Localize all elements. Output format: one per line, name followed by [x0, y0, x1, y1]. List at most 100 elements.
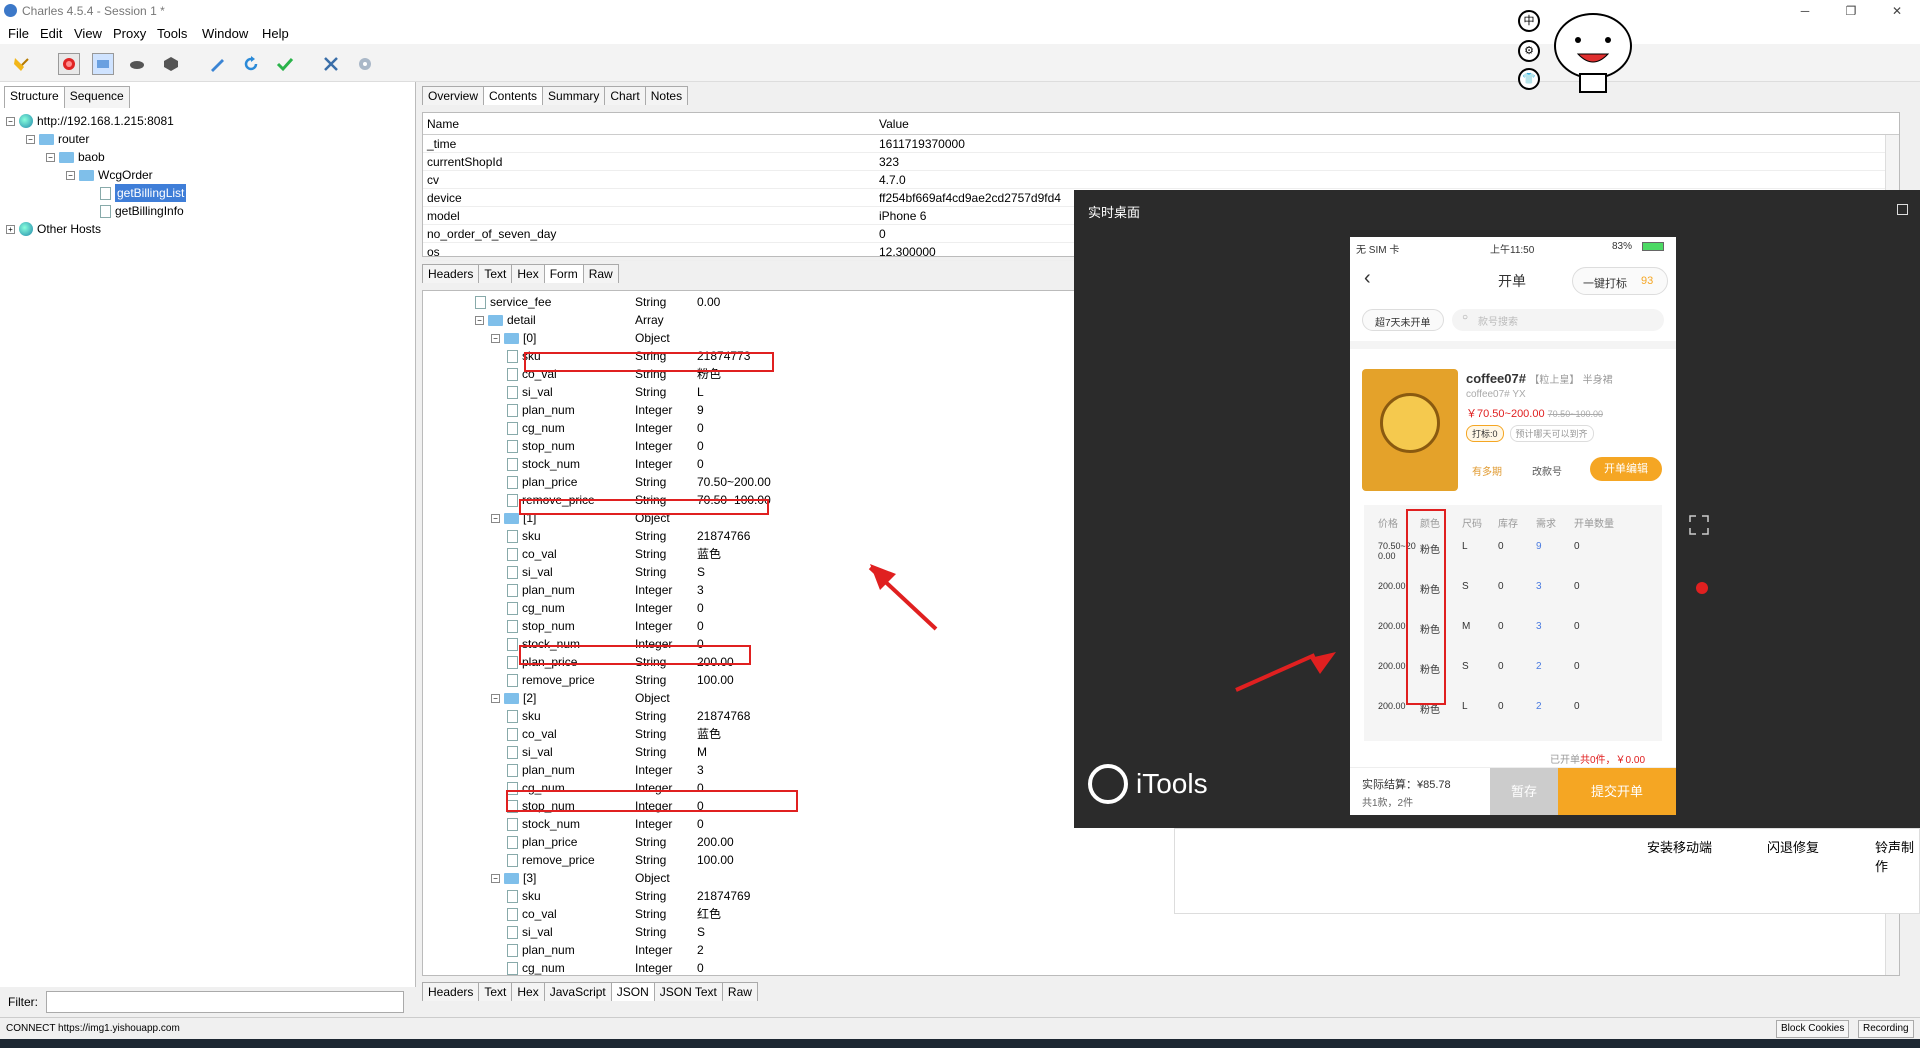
json-key-label: service_fee	[490, 295, 552, 309]
tree-node-router[interactable]: − router	[26, 130, 89, 148]
grid-cell-qty[interactable]: 0	[1574, 661, 1580, 672]
one-key-mark-button[interactable]: 一键打标 93	[1572, 267, 1668, 295]
resp-tab-json[interactable]: JSON	[610, 982, 655, 1001]
check-icon[interactable]	[274, 53, 296, 75]
tab-overview[interactable]: Overview	[422, 86, 485, 105]
link-crash-fix[interactable]: 闪退修复	[1767, 837, 1819, 856]
resp-tab-text[interactable]: Text	[478, 982, 513, 1001]
pen-icon[interactable]	[206, 53, 228, 75]
folder-icon	[504, 872, 519, 884]
resp-tab-raw[interactable]: Raw	[721, 982, 758, 1001]
json-row[interactable]: plan_num Integer 2	[423, 941, 1899, 959]
fullscreen-icon[interactable]	[1688, 514, 1710, 536]
tree-node-wcgorder[interactable]: − WcgOrder	[66, 166, 153, 184]
menu-tools[interactable]: Tools	[157, 26, 187, 41]
resp-tab-headers[interactable]: Headers	[422, 982, 480, 1001]
record-icon[interactable]	[58, 53, 80, 75]
json-type: String	[635, 529, 667, 543]
column-header-name[interactable]: Name	[427, 117, 459, 131]
resp-tab-hex[interactable]: Hex	[511, 982, 545, 1001]
submit-order-button[interactable]: 提交开单	[1558, 768, 1676, 815]
tools-icon[interactable]	[320, 53, 342, 75]
broom-icon[interactable]	[10, 53, 32, 75]
product-thumbnail[interactable]	[1362, 369, 1458, 491]
maximize-icon[interactable]	[1897, 204, 1908, 215]
resp-tab-json-text[interactable]: JSON Text	[653, 982, 723, 1001]
grid-cell-qty[interactable]: 0	[1574, 621, 1580, 632]
menu-help[interactable]: Help	[262, 26, 289, 41]
json-value: 21874766	[697, 529, 751, 543]
subtab-form[interactable]: Form	[543, 264, 584, 283]
tree-node-getbillinglist[interactable]: getBillingList	[100, 184, 187, 202]
grid-cell-qty[interactable]: 0	[1574, 701, 1580, 712]
grid-cell-need: 2	[1536, 701, 1542, 712]
subtab-text[interactable]: Text	[478, 264, 513, 283]
column-header-value[interactable]: Value	[879, 117, 909, 131]
mark-badge[interactable]: 打标:0	[1466, 425, 1504, 442]
block-cookies-button[interactable]: Block Cookies	[1776, 1020, 1850, 1038]
json-value: 3	[697, 583, 704, 597]
tree-node-baob[interactable]: − baob	[46, 148, 105, 166]
json-row[interactable]: cg_num Integer 0	[423, 959, 1899, 975]
filter-input[interactable]	[46, 991, 404, 1013]
collapse-icon[interactable]: −	[491, 333, 500, 343]
breakpoint-icon[interactable]	[160, 53, 182, 75]
gear-icon[interactable]	[354, 53, 376, 75]
subtab-hex[interactable]: Hex	[511, 264, 545, 283]
collapse-icon[interactable]: −	[475, 315, 484, 325]
json-row[interactable]: si_val String S	[423, 923, 1899, 941]
tab-structure[interactable]: Structure	[4, 86, 65, 108]
table-row[interactable]: currentShopId 323	[423, 153, 1899, 171]
tree-node-other-hosts[interactable]: + Other Hosts	[6, 220, 101, 238]
json-key: si_val	[507, 743, 553, 761]
throttle-icon[interactable]	[92, 53, 114, 75]
arrival-tip[interactable]: 预计哪天可以到齐	[1509, 425, 1594, 442]
tab-notes[interactable]: Notes	[644, 86, 689, 105]
tab-contents[interactable]: Contents	[483, 86, 544, 105]
sku-search-input[interactable]: 款号搜索 ○	[1452, 309, 1664, 331]
tab-summary[interactable]: Summary	[542, 86, 606, 105]
json-key: − [2]	[491, 689, 536, 707]
json-key: si_val	[507, 563, 553, 581]
recording-button[interactable]: Recording	[1858, 1020, 1914, 1038]
grid-cell-need: 9	[1536, 541, 1542, 552]
turtle-icon[interactable]	[126, 53, 148, 75]
filter-chip[interactable]: 超7天未开单	[1362, 309, 1444, 331]
save-draft-button[interactable]: 暂存	[1490, 768, 1558, 815]
refresh-icon[interactable]	[240, 53, 262, 75]
json-key: − [0]	[491, 329, 536, 347]
subtab-raw[interactable]: Raw	[582, 264, 619, 283]
table-row[interactable]: _time 1611719370000	[423, 135, 1899, 153]
tab-chart[interactable]: Chart	[604, 86, 646, 105]
edit-order-button[interactable]: 开单编辑	[1590, 457, 1662, 481]
table-row[interactable]: cv 4.7.0	[423, 171, 1899, 189]
tree-node-host[interactable]: − http://192.168.1.215:8081	[6, 112, 174, 130]
back-icon[interactable]: ‹	[1364, 267, 1371, 290]
menu-file[interactable]: File	[8, 26, 29, 41]
close-icon[interactable]: ✕	[1882, 2, 1912, 20]
menu-view[interactable]: View	[74, 26, 102, 41]
menu-window[interactable]: Window	[202, 26, 248, 41]
json-type: Integer	[635, 457, 673, 471]
subtab-headers[interactable]: Headers	[422, 264, 480, 283]
document-icon	[507, 655, 518, 669]
collapse-icon[interactable]: −	[491, 693, 500, 703]
restore-icon[interactable]: ❐	[1836, 2, 1866, 20]
collapse-icon[interactable]: −	[491, 873, 500, 883]
change-sku-button[interactable]: 改款号	[1532, 463, 1562, 478]
tab-sequence[interactable]: Sequence	[63, 86, 130, 108]
menu-edit[interactable]: Edit	[40, 26, 62, 41]
tree-node-getbillinginfo[interactable]: getBillingInfo	[100, 202, 184, 220]
grid-cell-qty[interactable]: 0	[1574, 581, 1580, 592]
link-ringtone[interactable]: 铃声制作	[1875, 837, 1919, 875]
resp-tab-javascript[interactable]: JavaScript	[543, 982, 612, 1001]
multi-period-checkbox[interactable]: 有多期	[1472, 463, 1502, 478]
grid-header: 库存	[1498, 519, 1518, 530]
json-value: 蓝色	[697, 547, 722, 561]
menu-proxy[interactable]: Proxy	[113, 26, 146, 41]
link-install-mobile[interactable]: 安装移动端	[1647, 837, 1712, 856]
collapse-icon[interactable]: −	[491, 513, 500, 523]
minimize-icon[interactable]: ─	[1790, 2, 1820, 20]
json-key-label: plan_num	[522, 403, 575, 417]
grid-cell-qty[interactable]: 0	[1574, 541, 1580, 552]
